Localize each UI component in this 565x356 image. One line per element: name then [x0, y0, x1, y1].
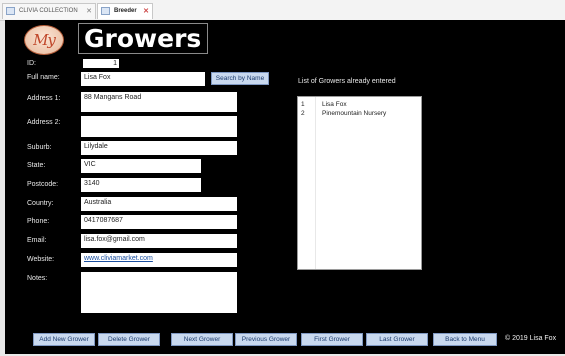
suburb-label: Suburb: [27, 144, 52, 151]
add-new-grower-button[interactable]: Add New Grower [33, 333, 95, 346]
address2-field[interactable] [81, 116, 237, 137]
grower-name: Lisa Fox [322, 101, 347, 108]
copyright-text: © 2019 Lisa Fox [505, 335, 557, 342]
suburb-field[interactable]: Lilydale [81, 141, 237, 155]
address2-label: Address 2: [27, 119, 61, 126]
phone-label: Phone: [27, 218, 50, 225]
email-field[interactable]: lisa.fox@gmail.com [81, 234, 237, 248]
table-icon [6, 7, 15, 15]
country-label: Country: [27, 200, 54, 207]
previous-grower-button[interactable]: Previous Grower [235, 333, 297, 346]
postcode-field[interactable]: 3140 [81, 178, 201, 192]
close-icon[interactable]: ✕ [143, 4, 149, 19]
website-label: Website: [27, 256, 55, 263]
grower-id: 2 [301, 110, 305, 117]
column-divider [315, 97, 316, 269]
full-name-label: Full name: [27, 74, 60, 81]
tab-label: Breeder [114, 8, 137, 14]
address1-field[interactable]: 88 Mangans Road [81, 92, 237, 112]
notes-field[interactable] [81, 272, 237, 313]
first-grower-button[interactable]: First Grower [301, 333, 363, 346]
title-frame: Growers [78, 23, 208, 54]
document-tab-bar: CLIVIA COLLECTION ✕ Breeder ✕ [0, 0, 565, 21]
growers-listbox[interactable]: 1 Lisa Fox 2 Pinemountain Nursery [297, 96, 422, 270]
full-name-field[interactable]: Lisa Fox [81, 72, 205, 86]
email-label: Email: [27, 237, 47, 244]
id-label: ID: [27, 60, 36, 67]
address1-label: Address 1: [27, 95, 61, 102]
tab-clivia-collection[interactable]: CLIVIA COLLECTION ✕ [2, 3, 96, 19]
next-grower-button[interactable]: Next Grower [171, 333, 233, 346]
brand-logo: My [24, 25, 64, 55]
id-field: 1 [83, 59, 119, 68]
notes-label: Notes: [27, 275, 48, 282]
back-to-menu-button[interactable]: Back to Menu [433, 333, 497, 346]
tab-label: CLIVIA COLLECTION [19, 8, 78, 14]
search-by-name-button[interactable]: Search by Name [211, 72, 269, 85]
grower-id: 1 [301, 101, 305, 108]
tab-breeder[interactable]: Breeder ✕ [97, 3, 153, 19]
grower-name: Pinemountain Nursery [322, 110, 387, 117]
close-icon[interactable]: ✕ [86, 4, 92, 19]
page-title: Growers [84, 24, 202, 53]
phone-field[interactable]: 0417087687 [81, 215, 237, 229]
form-icon [101, 7, 110, 15]
growers-form: My Growers ID: 1 Full name: Lisa Fox Sea… [5, 20, 565, 354]
country-field[interactable]: Australia [81, 197, 237, 211]
last-grower-button[interactable]: Last Grower [366, 333, 428, 346]
delete-grower-button[interactable]: Delete Grower [98, 333, 160, 346]
website-link[interactable]: www.cliviamarket.com [81, 253, 237, 267]
state-label: State: [27, 162, 46, 169]
growers-list-caption: List of Growers already entered [298, 78, 396, 85]
state-field[interactable]: VIC [81, 159, 201, 173]
postcode-label: Postcode: [27, 181, 59, 188]
